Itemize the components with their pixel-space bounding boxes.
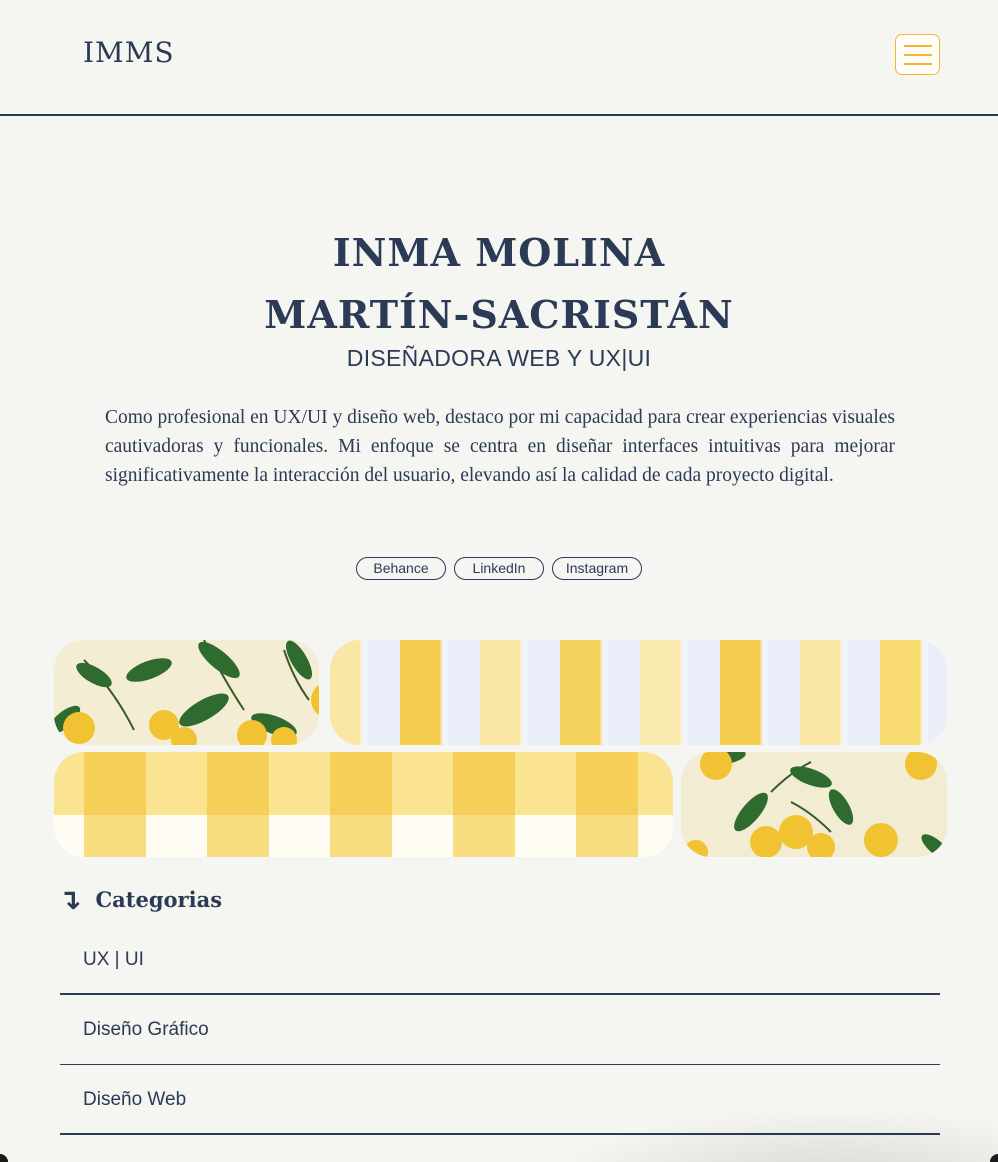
arrow-down-curved-icon: ↴ <box>58 882 82 916</box>
categories-title: Categorias <box>95 886 223 912</box>
site-header: IMMS <box>0 0 998 116</box>
stripe-pattern-image <box>330 640 947 745</box>
menu-bar <box>904 45 932 47</box>
category-list: UX | UI Diseño Gráfico Diseño Web <box>60 925 940 1135</box>
hero-name-line1: INMA MOLINA <box>332 230 666 275</box>
hero-role: DISEÑADORA WEB Y UX|UI <box>346 345 652 371</box>
window-corner <box>990 1154 998 1162</box>
instagram-link[interactable]: Instagram <box>552 557 642 580</box>
site-logo[interactable]: IMMS <box>83 36 175 69</box>
gingham-pattern-image <box>54 752 673 857</box>
menu-bar <box>904 54 932 56</box>
menu-bar <box>904 63 932 65</box>
window-corner <box>0 1154 8 1162</box>
gallery-tile-stripes[interactable] <box>330 640 947 745</box>
behance-link[interactable]: Behance <box>356 557 446 580</box>
category-item-diseno-web[interactable]: Diseño Web <box>60 1065 940 1135</box>
gallery-tile-lemons[interactable] <box>54 640 319 745</box>
social-links: Behance LinkedIn Instagram <box>0 557 998 580</box>
lemon-pattern-image <box>54 640 319 745</box>
gallery-tile-lemons-2[interactable] <box>681 752 947 857</box>
gallery-tile-gingham[interactable] <box>54 752 673 857</box>
categories-heading: ↴ Categorias <box>58 882 222 916</box>
hero-name-line2: MARTÍN-SACRISTÁN <box>264 292 734 337</box>
lemon-pattern-image <box>681 752 947 857</box>
hero-name: INMA MOLINA MARTÍN-SACRISTÁN <box>0 222 998 346</box>
hero-description: Como profesional en UX/UI y diseño web, … <box>105 407 895 486</box>
hamburger-menu-icon[interactable] <box>895 34 940 75</box>
linkedin-link[interactable]: LinkedIn <box>454 557 544 580</box>
category-item-diseno-grafico[interactable]: Diseño Gráfico <box>60 995 940 1065</box>
category-item-ux-ui[interactable]: UX | UI <box>60 925 940 995</box>
